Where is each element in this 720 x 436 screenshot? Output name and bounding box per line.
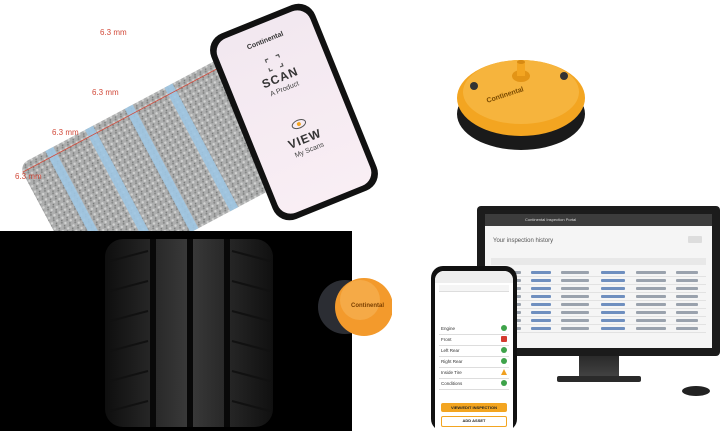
mouse [682,386,710,396]
ok-status-icon [501,325,507,331]
tread-depth-label: 6.3 mm [52,128,79,137]
inspection-portal-screen: Continental Inspection Portal Your inspe… [485,214,712,348]
tab-bar[interactable] [439,285,509,292]
warning-icon [501,369,507,375]
table-row[interactable] [491,310,706,317]
page-title: Your inspection history [493,238,554,244]
tread-depth-label: 6.3 mm [15,172,42,181]
checklist-item-label: Left Rear [441,348,460,353]
ball-brand: Continental [351,303,384,309]
checklist-item[interactable]: Conditions [439,378,509,390]
portal-header: Continental Inspection Portal [525,217,577,222]
table-row[interactable] [491,286,706,293]
portal-header-bar: Continental Inspection Portal [485,214,712,226]
tire-sensor-device: Continental [446,42,596,157]
checklist-item-label: Front [441,337,452,342]
filter-button[interactable] [688,236,702,243]
ok-status-icon [501,380,507,386]
fail-status-icon [501,336,507,342]
table-row[interactable] [491,270,706,277]
checklist-item-label: Inside Tire [441,370,462,375]
tread-depth-label: 6.3 mm [100,28,127,37]
checklist-item-label: Engine [441,326,456,331]
inspection-app-screen: Engine Front Left Rear Right Rear Inside… [435,271,513,431]
tire-sensor-puck: Continental [318,273,393,345]
table-row[interactable] [491,326,706,333]
ok-status-icon [501,358,507,364]
tread-depth-label: 6.3 mm [92,88,119,97]
monitor-stand [579,356,619,378]
app-header [435,271,513,283]
monitor-base [557,376,641,382]
add-asset-button[interactable]: ADD ASSET [441,416,507,427]
table-row[interactable] [491,302,706,309]
table-row[interactable] [491,318,706,325]
inspection-app-phone: Engine Front Left Rear Right Rear Inside… [431,266,517,431]
ok-status-icon [501,347,507,353]
tire-tread-photo [0,231,352,431]
checklist-item-label: Right Rear [441,359,463,364]
table-header [491,258,706,265]
table-row[interactable] [491,294,706,301]
checklist-item-label: Conditions [441,381,463,386]
view-edit-inspection-button[interactable]: VIEW/EDIT INSPECTION [441,403,507,412]
table-row[interactable] [491,278,706,285]
